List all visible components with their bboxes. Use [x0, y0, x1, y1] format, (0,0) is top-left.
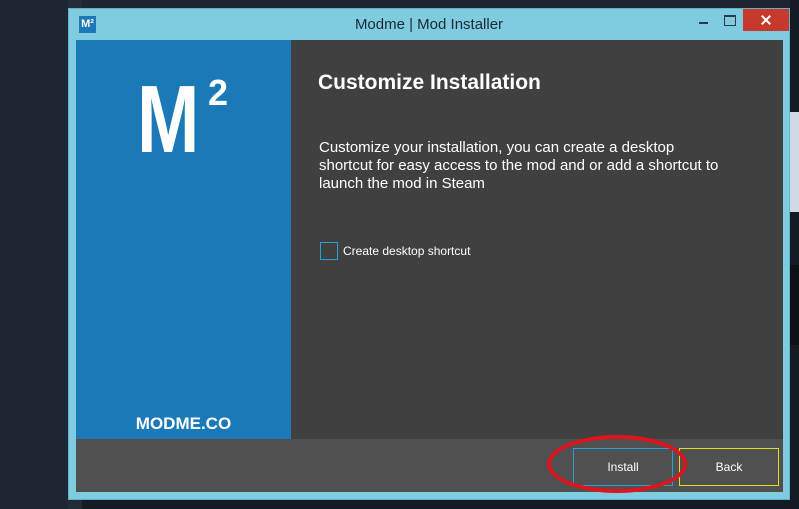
installer-window: M² Modme | Mod Installer M 2 MODME.CO Cu…	[68, 8, 790, 500]
logo-superscript: 2	[208, 72, 228, 113]
close-button[interactable]	[743, 9, 789, 31]
desktop-shortcut-checkbox[interactable]	[320, 242, 338, 260]
background-window-dark	[790, 265, 799, 345]
logo-letter: M	[137, 66, 199, 173]
page-title: Customize Installation	[318, 71, 541, 94]
highlight-circle-annotation	[547, 435, 687, 493]
site-label: MODME.CO	[135, 414, 232, 433]
title-bar[interactable]: M² Modme | Mod Installer	[69, 9, 789, 40]
page-description: Customize your installation, you can cre…	[319, 139, 719, 192]
maximize-button[interactable]	[717, 9, 743, 31]
window-content: M 2 MODME.CO Customize Installation Cust…	[76, 40, 783, 492]
desktop-background-right	[790, 0, 799, 509]
window-title: Modme | Mod Installer	[354, 16, 504, 33]
modme-logo: M 2	[137, 66, 228, 173]
brand-panel: M 2 MODME.CO	[76, 40, 291, 439]
minimize-button[interactable]	[691, 9, 717, 31]
background-window-strip	[790, 112, 799, 212]
desktop-shortcut-label[interactable]: Create desktop shortcut	[343, 244, 470, 258]
desktop-background-left	[0, 0, 70, 509]
back-button[interactable]: Back	[679, 448, 779, 486]
